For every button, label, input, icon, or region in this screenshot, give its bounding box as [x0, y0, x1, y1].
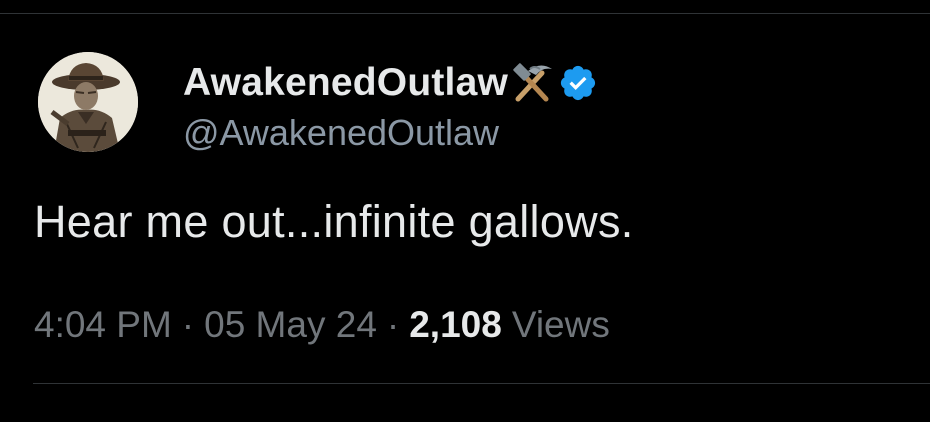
cowboy-avatar-icon: [38, 52, 138, 152]
tweet-time[interactable]: 4:04 PM: [34, 304, 172, 346]
views-count: 2,108: [409, 304, 502, 345]
bottom-divider: [33, 383, 930, 384]
top-divider: [0, 13, 930, 14]
tweet-meta: 4:04 PM · 05 May 24 · 2,108 Views: [34, 300, 610, 350]
hammer-and-pick-icon: [510, 61, 554, 105]
meta-separator: ·: [181, 304, 195, 345]
author-handle[interactable]: @AwakenedOutlaw: [183, 112, 499, 154]
tweet-text: Hear me out...infinite gallows.: [34, 196, 634, 247]
verified-badge-icon: [558, 63, 598, 103]
views-label: Views: [511, 304, 610, 345]
tweet-date[interactable]: 05 May 24: [204, 304, 377, 346]
avatar[interactable]: [38, 52, 138, 152]
author-name-row: AwakenedOutlaw: [183, 58, 598, 108]
meta-separator: ·: [386, 304, 400, 345]
display-name[interactable]: AwakenedOutlaw: [183, 61, 508, 105]
